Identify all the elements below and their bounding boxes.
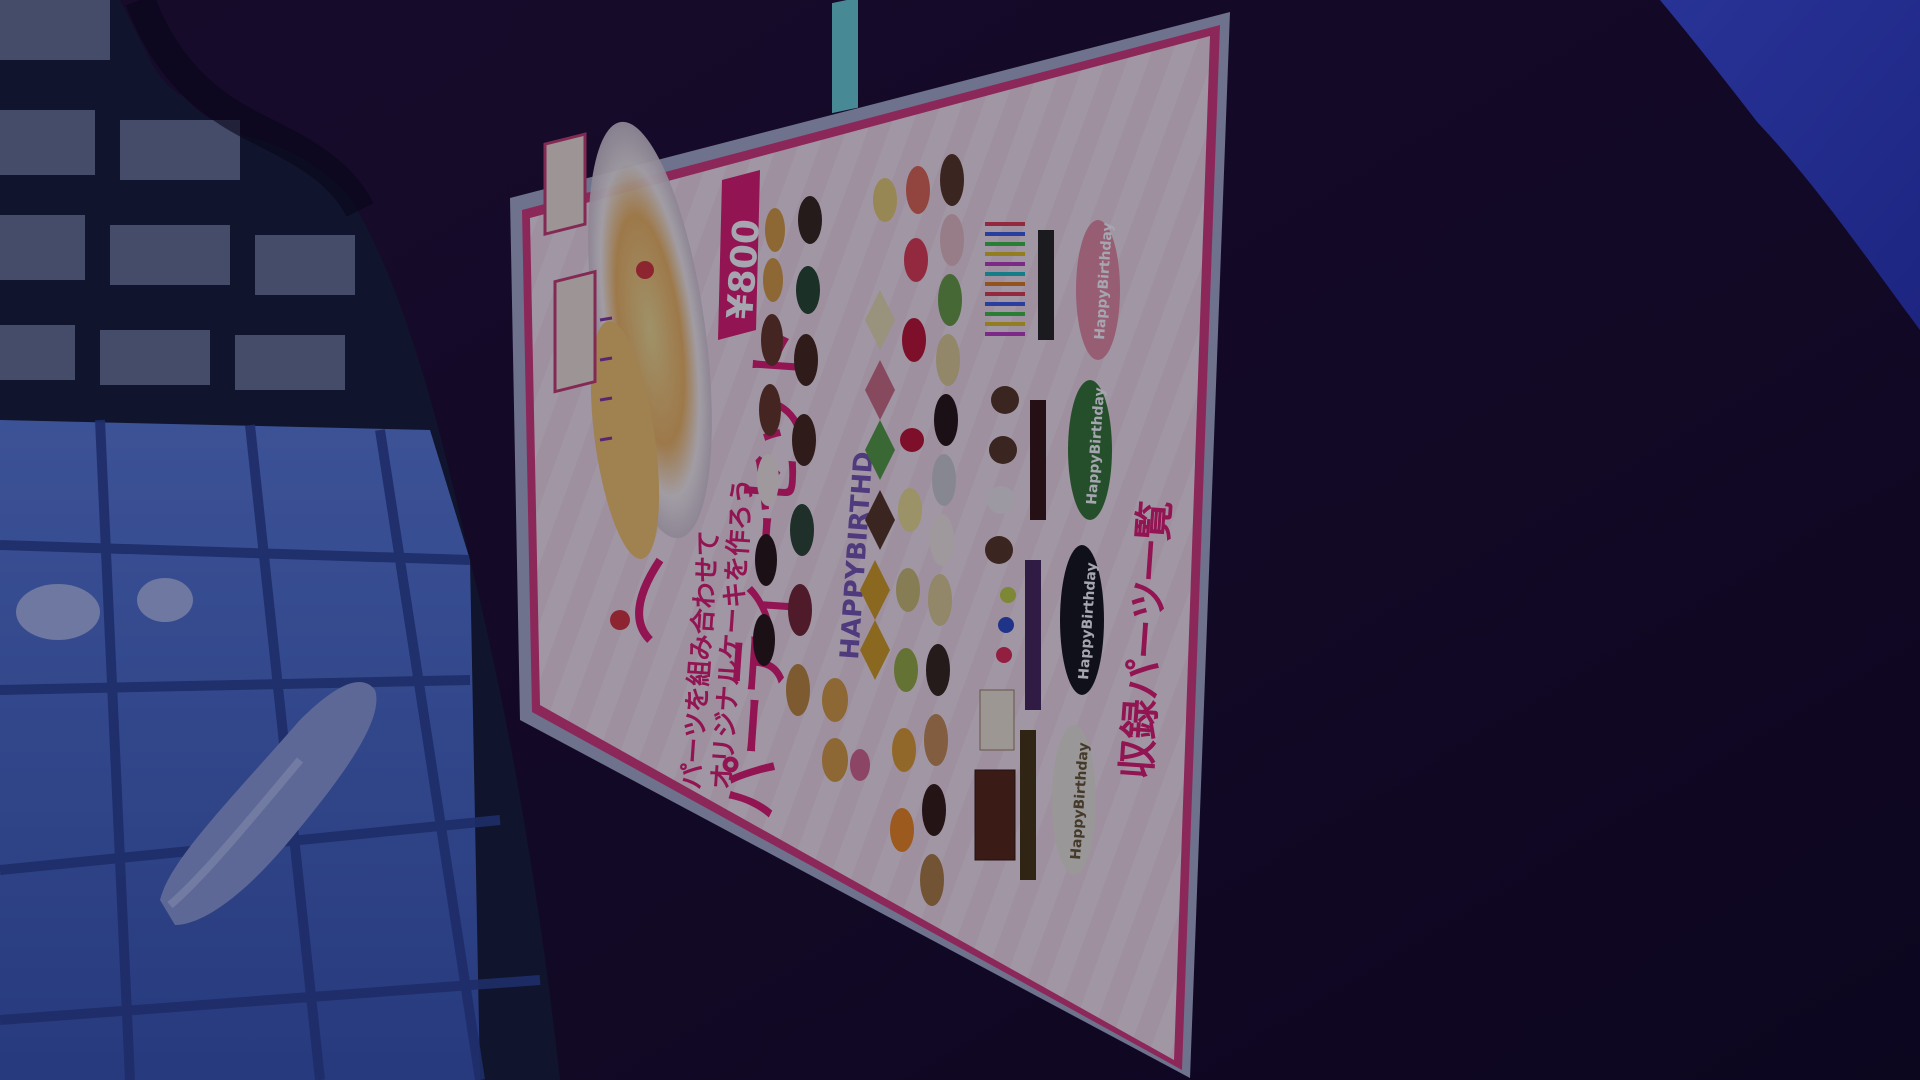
- cherry-icon: [900, 428, 924, 452]
- macaron-icon: [989, 436, 1017, 464]
- bubble-icon: [16, 584, 100, 640]
- macaron-icon: [985, 536, 1013, 564]
- macaron-icon: [987, 486, 1015, 514]
- price-text: ¥800: [720, 218, 768, 321]
- cherry-icon: [636, 261, 654, 279]
- chocolate-bar-icon: [974, 689, 1016, 861]
- bubble-icon: [137, 578, 193, 622]
- heart-icon: [850, 749, 870, 781]
- game-viewport[interactable]: パーツを組み合わせて オリジナルケーキを作ろう パーティーセット ¥800: [0, 0, 1920, 1080]
- macaron-icon: [991, 386, 1019, 414]
- cherry-icon: [610, 610, 630, 630]
